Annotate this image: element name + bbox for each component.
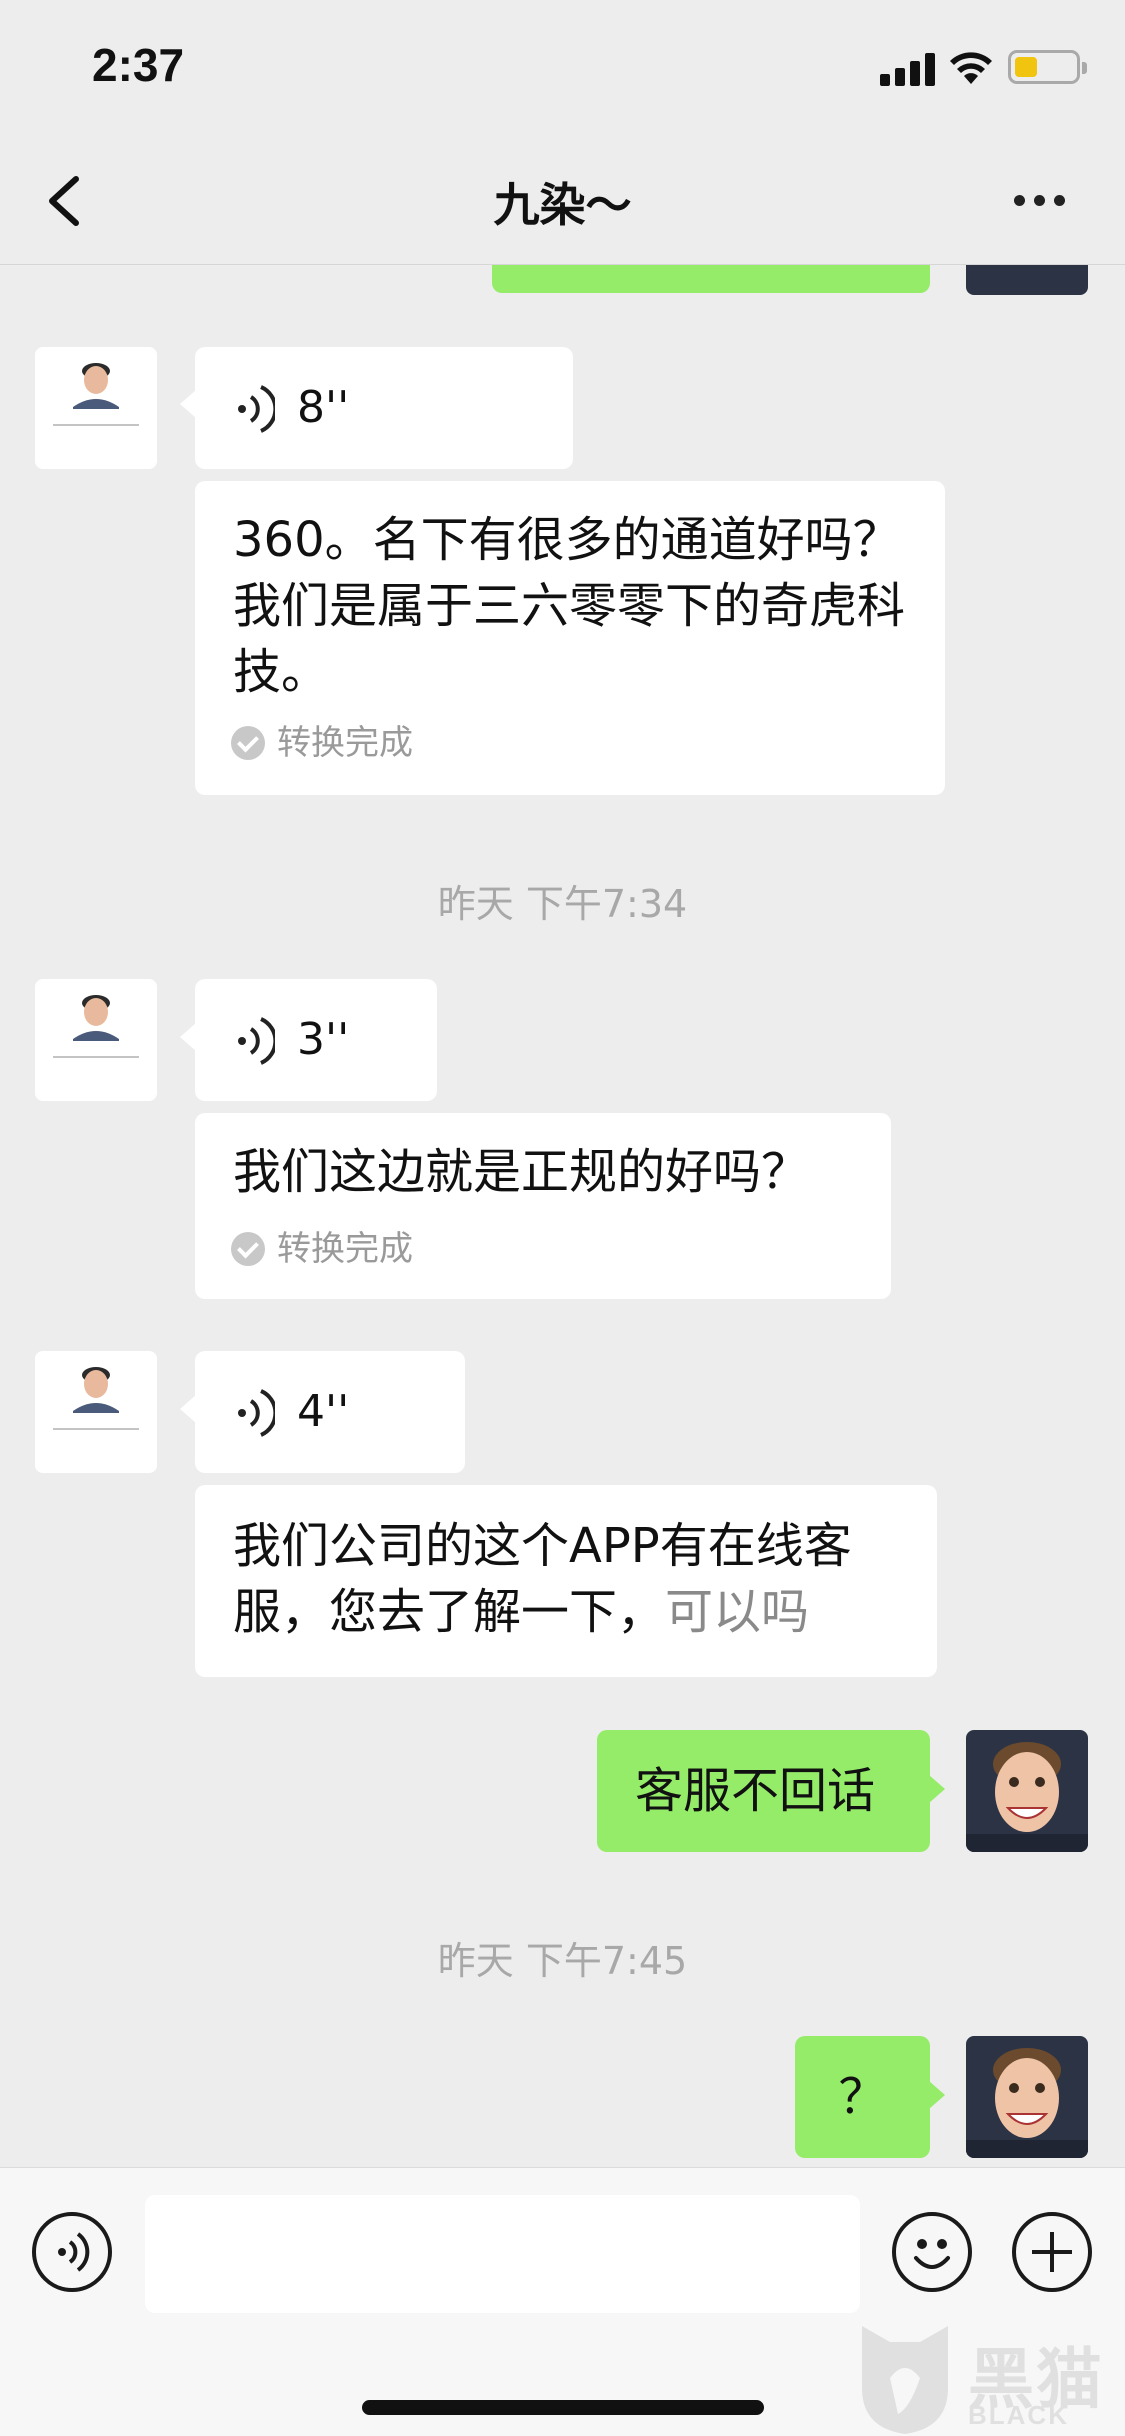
voice-wave-icon (238, 1389, 275, 1437)
conversion-status: 转换完成 (231, 723, 413, 763)
outgoing-message-bubble[interactable]: ？ (795, 2036, 930, 2158)
conversion-status: 转换完成 (231, 1229, 413, 1269)
timestamp: 昨天 下午7:45 (437, 1939, 688, 1983)
check-circle-icon (231, 726, 265, 760)
timestamp: 昨天 下午7:34 (437, 882, 688, 926)
contact-avatar[interactable] (35, 1351, 157, 1473)
contact-avatar[interactable] (35, 979, 157, 1101)
voice-duration: 8'' (297, 382, 350, 433)
person-avatar-icon (35, 347, 157, 469)
voice-message-bubble[interactable]: 8'' (195, 347, 573, 469)
wifi-icon (950, 52, 992, 84)
voice-duration: 4'' (297, 1386, 350, 1437)
outgoing-message-bubble[interactable]: 客服不回话 (597, 1730, 930, 1852)
voice-transcript-bubble[interactable]: 我们公司的这个APP有在线客服，您去了解一下，可以吗 (195, 1485, 937, 1677)
message-text: 客服不回话 (635, 1763, 876, 1819)
voice-input-icon[interactable] (32, 2212, 112, 2292)
self-avatar[interactable] (966, 265, 1088, 295)
nav-bar: 九染～ (0, 135, 1125, 265)
more-dots-icon[interactable] (1010, 185, 1070, 215)
smiling-boy-avatar-icon (966, 2036, 1088, 2158)
chat-title: 九染～ (493, 178, 632, 232)
transcript-text: 我们这边就是正规的好吗？ (233, 1144, 810, 1200)
emoji-icon[interactable] (892, 2212, 972, 2292)
smiling-boy-avatar-icon (966, 1730, 1088, 1852)
watermark-subtext: BLACK CAT (968, 2400, 1069, 2436)
voice-transcript-bubble[interactable]: 我们这边就是正规的好吗？ 转换完成 (195, 1113, 891, 1299)
transcript-text: 360。名下有很多的通道好吗？我们是属于三六零零下的奇虎科技。 (233, 512, 906, 700)
black-cat-logo-icon (862, 2326, 948, 2434)
contact-avatar[interactable] (35, 347, 157, 469)
voice-transcript-bubble[interactable]: 360。名下有很多的通道好吗？我们是属于三六零零下的奇虎科技。 转换完成 (195, 481, 945, 795)
battery-level (1015, 57, 1037, 77)
plus-icon[interactable] (1012, 2212, 1092, 2292)
watermark-logo: 黑猫 BLACK CAT (850, 2318, 1125, 2436)
check-circle-icon (231, 1232, 265, 1266)
status-time: 2:37 (92, 39, 185, 91)
voice-duration: 3'' (297, 1014, 350, 1065)
self-avatar[interactable] (966, 2036, 1088, 2158)
home-indicator[interactable] (362, 2400, 764, 2415)
transcript-pending-text: 可以吗 (665, 1584, 810, 1640)
voice-wave-icon (238, 385, 275, 433)
person-avatar-icon (35, 1351, 157, 1473)
person-avatar-icon (35, 979, 157, 1101)
chat-area[interactable]: 8'' 360。名下有很多的通道好吗？我们是属于三六零零下的奇虎科技。 转换完成… (0, 265, 1125, 2167)
message-text: ？ (838, 2069, 887, 2125)
message-input[interactable] (145, 2195, 860, 2313)
status-bar: 2:37 (0, 0, 1125, 135)
self-avatar[interactable] (966, 1730, 1088, 1852)
voice-wave-icon (238, 1017, 275, 1065)
voice-message-bubble[interactable]: 4'' (195, 1351, 465, 1473)
battery-icon (1008, 50, 1087, 84)
voice-message-bubble[interactable]: 3'' (195, 979, 437, 1101)
partial-outgoing-bubble[interactable] (492, 265, 930, 293)
cellular-signal-icon (880, 52, 936, 86)
